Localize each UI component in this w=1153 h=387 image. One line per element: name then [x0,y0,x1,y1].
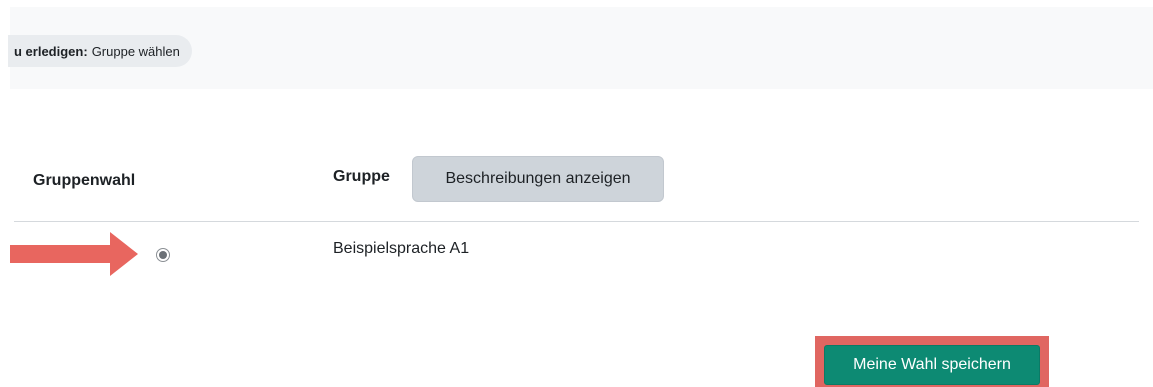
todo-value: Gruppe wählen [91,43,180,59]
right-arrow-icon [10,232,138,276]
group-name-cell: Beispielsprache A1 [333,240,470,257]
group-radio-button[interactable] [156,248,170,262]
table-header-divider [14,221,1139,222]
todo-label: u erledigen: [14,43,88,59]
show-descriptions-button[interactable]: Beschreibungen anzeigen [412,156,664,202]
activity-information-bar: u erledigen: Gruppe wählen [8,7,1153,89]
save-choice-button[interactable]: Meine Wahl speichern [824,345,1040,385]
column-header-choice: Gruppenwahl [33,172,136,189]
column-header-group: Gruppe [333,168,390,185]
todo-badge: u erledigen: Gruppe wählen [8,35,192,67]
group-choice-page: u erledigen: Gruppe wählen Gruppenwahl G… [0,0,1153,387]
